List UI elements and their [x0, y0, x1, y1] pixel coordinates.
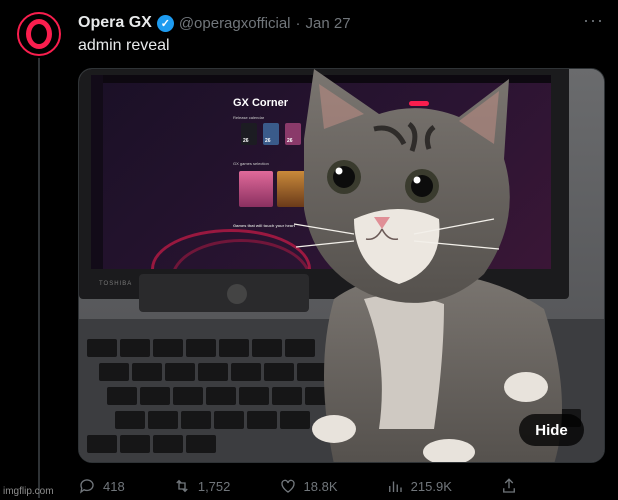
release-thumb: 26: [263, 123, 279, 145]
release-date: 26: [243, 138, 249, 144]
tweet-actions: 418 1,752 18.8K 215.9K: [78, 474, 518, 498]
laptop-brand: TOSHIBA: [99, 281, 133, 287]
hide-media-button[interactable]: Hide: [519, 414, 584, 446]
screen-section-release: Release calendar: [233, 115, 265, 120]
power-button: [227, 284, 247, 304]
thread-line: [38, 58, 40, 498]
like-action[interactable]: 18.8K: [279, 477, 338, 495]
release-thumb: 26: [241, 123, 257, 145]
heart-icon: [280, 479, 295, 493]
separator: ·: [295, 14, 301, 32]
screen-section-heart: Games that will touch your heart: [233, 223, 296, 228]
key-row: [99, 363, 327, 381]
retweet-count: 1,752: [197, 478, 231, 494]
screen-title: GX Corner: [233, 97, 289, 109]
author-handle[interactable]: @operagxofficial: [179, 15, 291, 32]
verified-badge-icon: ✓: [156, 14, 174, 32]
screen-section-games: GX games selection: [233, 161, 269, 166]
key-row: [87, 435, 216, 453]
tweet-date[interactable]: Jan 27: [306, 15, 351, 32]
tweet-header: Opera GX ✓ @operagxofficial · Jan 27 ···: [78, 10, 604, 34]
views-count: 215.9K: [410, 478, 452, 494]
tweet-text: admin reveal: [78, 37, 170, 54]
share-icon: [503, 478, 515, 493]
watermark: imgflip.com: [3, 486, 54, 497]
avatar[interactable]: [17, 12, 61, 56]
like-count: 18.8K: [303, 478, 338, 494]
key-row: [115, 411, 310, 429]
browser-sidebar: [91, 75, 103, 269]
release-date: 26: [265, 138, 271, 144]
views-action[interactable]: 215.9K: [386, 477, 452, 495]
laptop-hinge: [139, 274, 309, 312]
reply-count: 418: [103, 478, 125, 494]
kitten-image: [294, 69, 562, 462]
key-row: [87, 339, 315, 357]
opera-logo-icon: [26, 19, 52, 49]
retweet-action[interactable]: 1,752: [173, 477, 231, 495]
share-action[interactable]: [500, 477, 518, 495]
retweet-icon: [176, 479, 188, 493]
game-card: [239, 171, 273, 207]
reply-action[interactable]: 418: [78, 477, 125, 495]
more-options-icon[interactable]: ···: [583, 10, 604, 31]
bar-chart-icon: [388, 481, 402, 492]
author-name[interactable]: Opera GX: [78, 14, 152, 32]
reply-icon: [79, 479, 94, 494]
release-date: 26: [287, 138, 293, 144]
tweet-media[interactable]: GX Corner Release calendar 26 26 26 GX g…: [78, 68, 605, 463]
